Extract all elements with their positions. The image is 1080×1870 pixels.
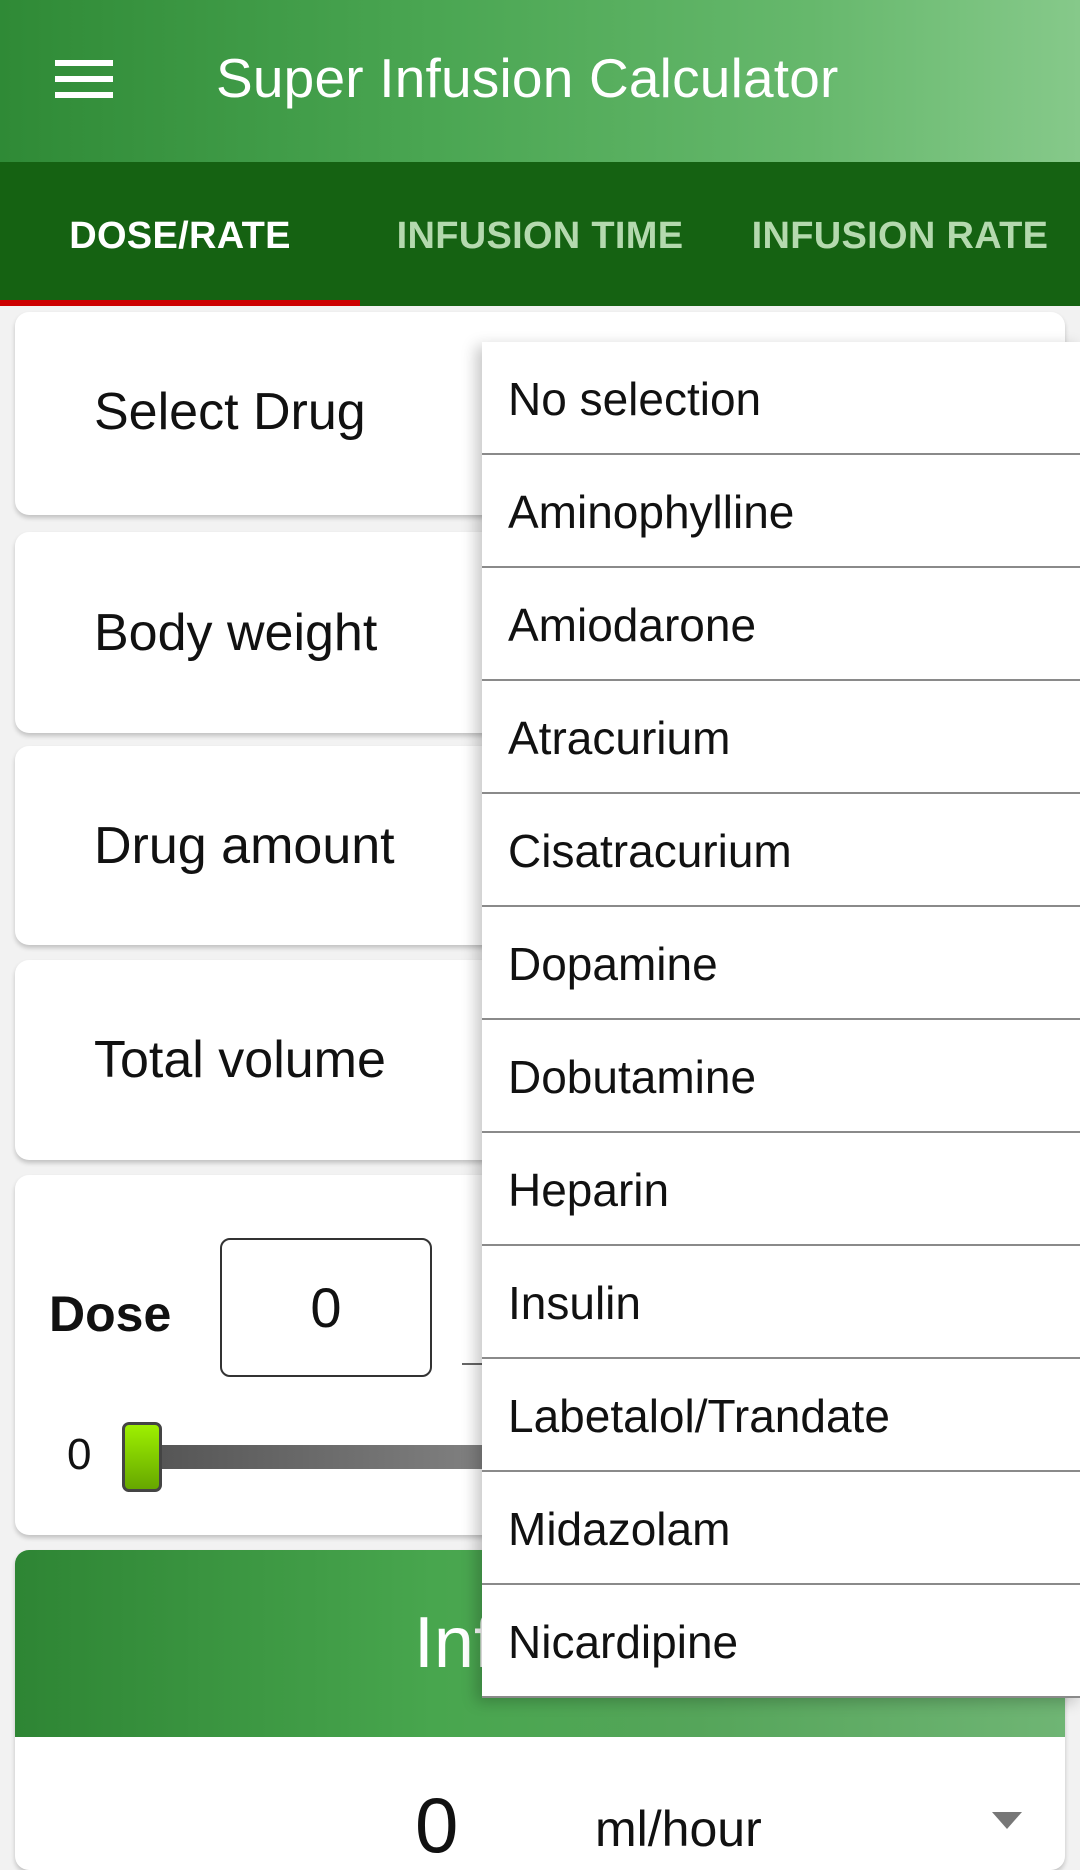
dropdown-option[interactable]: Dopamine [482, 907, 1080, 1020]
option-label: Nicardipine [508, 1616, 739, 1668]
option-label: Heparin [508, 1164, 670, 1216]
select-drug-label: Select Drug [94, 383, 366, 441]
dropdown-option[interactable]: Labetalol/Trandate [482, 1359, 1080, 1472]
tab-bar: DOSE/RATE INFUSION TIME INFUSION RATE [0, 162, 1080, 306]
dropdown-option[interactable]: Heparin [482, 1133, 1080, 1246]
dose-slider-thumb[interactable] [122, 1422, 162, 1492]
option-label: No selection [508, 373, 762, 425]
option-label: Aminophylline [508, 486, 795, 538]
tab-dose-rate[interactable]: DOSE/RATE [0, 162, 360, 306]
total-volume-label: Total volume [94, 1031, 386, 1089]
option-label: Midazolam [508, 1503, 731, 1555]
dropdown-option[interactable]: Aminophylline [482, 455, 1080, 568]
body-weight-label: Body weight [94, 604, 378, 662]
tab-infusion-time[interactable]: INFUSION TIME [360, 162, 720, 306]
option-label: Atracurium [508, 712, 731, 764]
dropdown-option[interactable]: Amiodarone [482, 568, 1080, 681]
result-value: 0 [415, 1781, 459, 1869]
app-title: Super Infusion Calculator [216, 47, 839, 109]
dropdown-option[interactable]: Cisatracurium [482, 794, 1080, 907]
dropdown-option[interactable]: Nicardipine [482, 1585, 1080, 1698]
menu-bar-line [55, 60, 113, 66]
tab-infusion-rate[interactable]: INFUSION RATE [720, 162, 1080, 306]
dropdown-arrow-icon[interactable] [992, 1812, 1022, 1829]
dropdown-option[interactable]: Atracurium [482, 681, 1080, 794]
dropdown-option[interactable]: Insulin [482, 1246, 1080, 1359]
option-label: Dopamine [508, 938, 718, 990]
option-label: Amiodarone [508, 599, 757, 651]
dose-label: Dose [49, 1286, 172, 1342]
result-unit-select[interactable]: ml/hour [595, 1800, 762, 1858]
dropdown-option[interactable]: Dobutamine [482, 1020, 1080, 1133]
hamburger-menu-icon[interactable] [55, 58, 113, 100]
active-tab-indicator [0, 300, 360, 306]
option-label: Cisatracurium [508, 825, 792, 877]
menu-bar-line [55, 76, 113, 82]
option-label: Labetalol/Trandate [508, 1390, 890, 1442]
menu-bar-line [55, 92, 113, 98]
dropdown-option[interactable]: No selection [482, 342, 1080, 455]
slider-min-label: 0 [67, 1430, 92, 1479]
drug-dropdown-list: No selection Aminophylline Amiodarone At… [482, 342, 1080, 1698]
app-toolbar: Super Infusion Calculator [0, 0, 1080, 162]
dose-input[interactable]: 0 [220, 1238, 432, 1377]
option-label: Insulin [508, 1277, 641, 1329]
option-label: Dobutamine [508, 1051, 757, 1103]
drug-amount-label: Drug amount [94, 817, 395, 875]
dropdown-option[interactable]: Midazolam [482, 1472, 1080, 1585]
